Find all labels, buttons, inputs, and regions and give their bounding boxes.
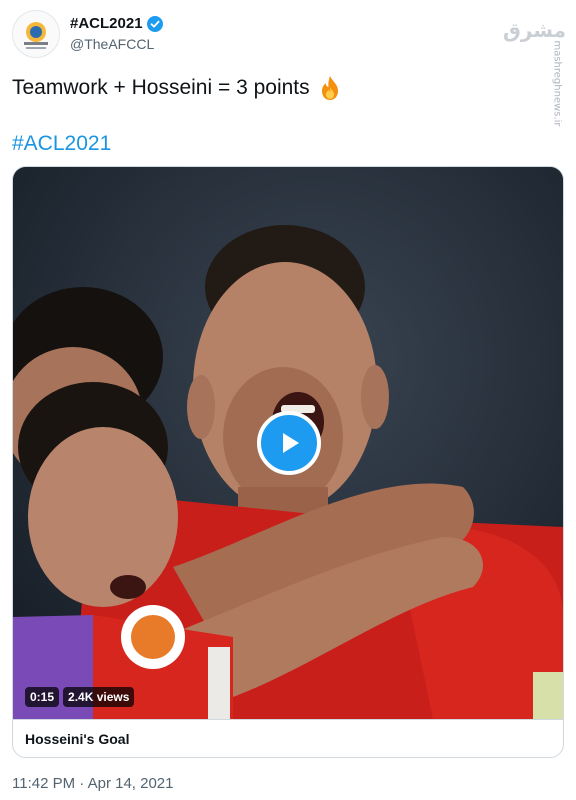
play-button[interactable]: [257, 411, 321, 475]
hashtag-link[interactable]: #ACL2021: [12, 130, 111, 158]
media-card[interactable]: 0:15 2.4K views Hosseini's Goal: [12, 166, 564, 758]
avatar[interactable]: [12, 10, 60, 58]
media-caption-bar[interactable]: Hosseini's Goal: [13, 719, 563, 757]
fire-emoji-icon: [321, 76, 338, 100]
watermark: مشرق mashreghnews.ir: [503, 8, 574, 128]
user-handle[interactable]: @TheAFCCL: [70, 34, 163, 54]
afc-champions-league-logo-icon: [24, 22, 48, 49]
video-player[interactable]: 0:15 2.4K views: [13, 167, 563, 719]
video-views: 2.4K views: [63, 687, 135, 707]
tweet-timestamp[interactable]: 11:42 PM · Apr 14, 2021: [12, 774, 174, 794]
watermark-logo: مشرق: [502, 18, 566, 42]
watermark-site: mashreghnews.ir: [551, 40, 563, 127]
video-stats: 0:15 2.4K views: [25, 687, 135, 707]
tweet-text: Teamwork + Hosseini = 3 points: [12, 74, 342, 102]
verified-badge-icon: [146, 16, 163, 32]
tweet-body: Teamwork + Hosseini = 3 points: [12, 76, 310, 99]
display-name[interactable]: #ACL2021: [70, 14, 143, 34]
media-caption: Hosseini's Goal: [25, 731, 130, 747]
tweet-header: #ACL2021 @TheAFCCL: [12, 10, 564, 58]
play-icon: [283, 433, 299, 453]
video-duration: 0:15: [25, 687, 60, 707]
